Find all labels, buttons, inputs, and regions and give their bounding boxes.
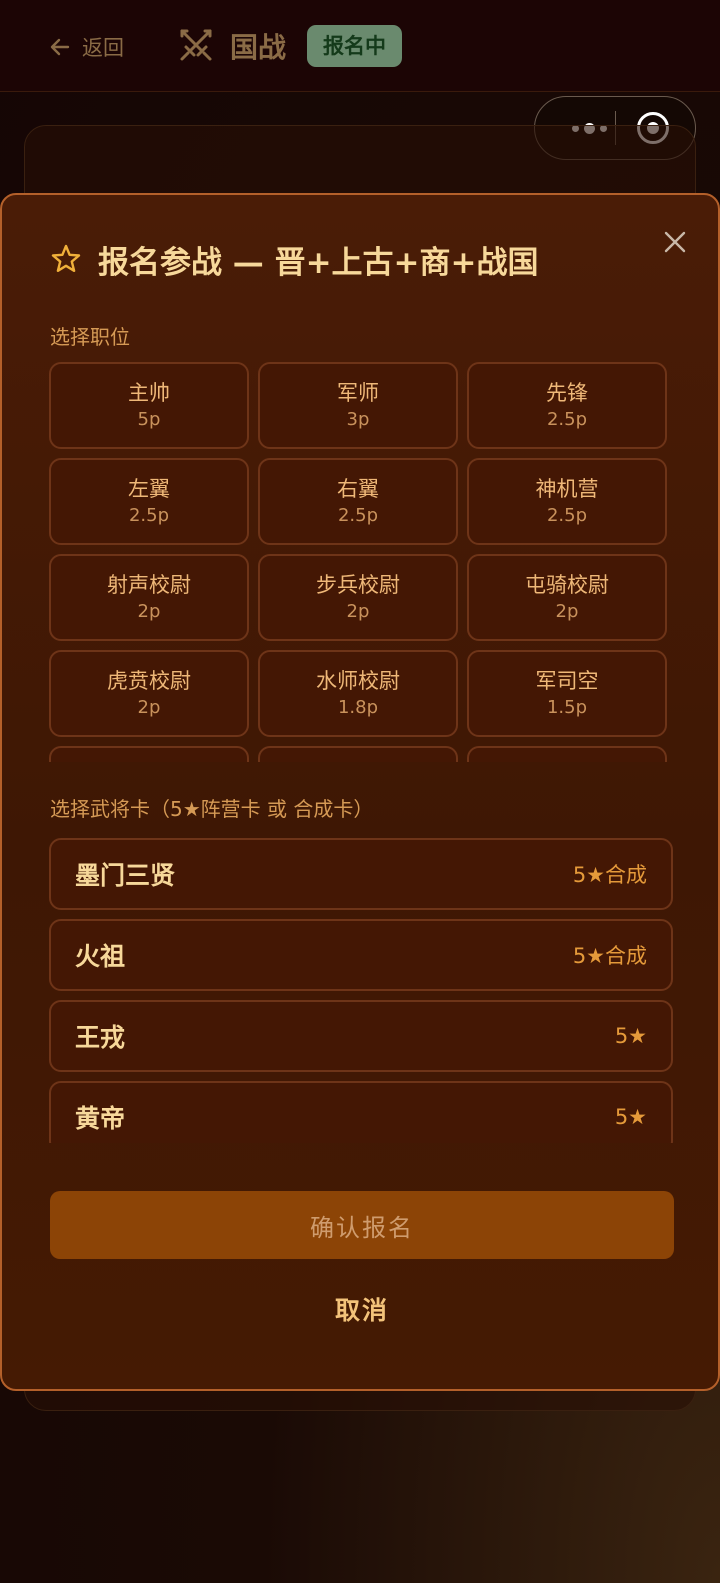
general-card-option[interactable]: 王戎 5★ <box>49 1000 673 1072</box>
general-star-tag: 5★合成 <box>572 863 647 887</box>
generals-label: 选择武将卡（5★阵营卡 或 合成卡） <box>50 797 374 821</box>
position-option[interactable]: 军司空 1.5p <box>467 650 667 737</box>
signup-modal: 报名参战 — 晋+上古+商+战国 选择职位 主帅 5p 军师 3p 先锋 2.5p 左翼 2.… <box>0 193 720 1391</box>
position-option[interactable]: 左翼 2.5p <box>49 458 249 545</box>
positions-grid: 主帅 5p 军师 3p 先锋 2.5p 左翼 2.5p 右翼 2.5p 神机营 2.5p 射声校尉 2p 步… <box>49 362 669 762</box>
general-card-option[interactable]: 火祖 5★合成 <box>49 919 673 991</box>
position-points: 2.5p <box>337 504 379 526</box>
modal-header: 报名参战 — 晋+上古+商+战国 <box>50 231 650 287</box>
position-option[interactable]: 先锋 2.5p <box>467 362 667 449</box>
general-star-tag: 5★ <box>614 1024 647 1048</box>
position-points: 2.5p <box>546 504 588 526</box>
confirm-signup-button[interactable]: 确认报名 <box>50 1191 674 1259</box>
close-icon[interactable] <box>660 227 690 257</box>
position-points: 2p <box>137 696 161 718</box>
generals-list: 墨门三贤 5★合成 火祖 5★合成 王戎 5★ 黄帝 5★ <box>49 838 675 1143</box>
position-option[interactable] <box>49 746 249 762</box>
general-name: 墨门三贤 <box>75 861 176 890</box>
general-name: 黄帝 <box>75 1104 126 1133</box>
position-points: 2p <box>137 600 161 622</box>
position-points: 1.5p <box>546 696 588 718</box>
position-points: 5p <box>137 408 161 430</box>
modal-title: 报名参战 — 晋+上古+商+战国 <box>98 244 539 281</box>
position-option[interactable]: 水师校尉 1.8p <box>258 650 458 737</box>
position-points: 2.5p <box>128 504 170 526</box>
position-option[interactable] <box>258 746 458 762</box>
position-name: 神机营 <box>535 476 599 501</box>
position-points: 2.5p <box>546 408 588 430</box>
position-option[interactable]: 右翼 2.5p <box>258 458 458 545</box>
position-name: 右翼 <box>337 476 379 501</box>
page-title: 国战 <box>230 31 287 64</box>
position-points: 3p <box>346 408 370 430</box>
crossed-swords-icon <box>180 29 212 61</box>
position-option[interactable]: 屯骑校尉 2p <box>467 554 667 641</box>
position-name: 军司空 <box>535 668 599 693</box>
position-points: 2p <box>555 600 579 622</box>
position-option[interactable]: 射声校尉 2p <box>49 554 249 641</box>
position-name: 步兵校尉 <box>316 572 400 597</box>
back-label: 返回 <box>82 36 124 60</box>
position-option[interactable]: 神机营 2.5p <box>467 458 667 545</box>
status-badge: 报名中 <box>307 25 402 67</box>
general-card-option[interactable]: 墨门三贤 5★合成 <box>49 838 673 910</box>
general-name: 王戎 <box>75 1023 126 1052</box>
general-name: 火祖 <box>75 942 126 971</box>
positions-label: 选择职位 <box>50 325 130 349</box>
position-name: 虎贲校尉 <box>107 668 191 693</box>
general-star-tag: 5★ <box>614 1105 647 1129</box>
position-option[interactable]: 军师 3p <box>258 362 458 449</box>
generals-scroll[interactable]: 墨门三贤 5★合成 火祖 5★合成 王戎 5★ 黄帝 5★ <box>49 838 675 1143</box>
cancel-button[interactable]: 取消 <box>262 1281 462 1337</box>
positions-scroll[interactable]: 主帅 5p 军师 3p 先锋 2.5p 左翼 2.5p 右翼 2.5p 神机营 2.5p 射声校尉 2p 步… <box>49 362 669 762</box>
position-name: 先锋 <box>546 380 588 405</box>
general-star-tag: 5★合成 <box>572 944 647 968</box>
general-card-option[interactable]: 黄帝 5★ <box>49 1081 673 1143</box>
star-outline-icon <box>51 244 81 272</box>
top-navigation-bar: 返回 国战 报名中 <box>0 0 720 92</box>
position-name: 军师 <box>337 380 379 405</box>
position-option[interactable]: 虎贲校尉 2p <box>49 650 249 737</box>
position-points: 2p <box>346 600 370 622</box>
position-name: 射声校尉 <box>107 572 191 597</box>
position-points: 1.8p <box>337 696 379 718</box>
position-name: 主帅 <box>128 380 170 405</box>
position-option[interactable] <box>467 746 667 762</box>
back-button[interactable]: 返回 <box>48 30 124 64</box>
position-name: 水师校尉 <box>316 668 400 693</box>
position-name: 屯骑校尉 <box>525 572 609 597</box>
position-option[interactable]: 步兵校尉 2p <box>258 554 458 641</box>
arrow-left-icon <box>50 38 70 56</box>
position-name: 左翼 <box>128 476 170 501</box>
position-option[interactable]: 主帅 5p <box>49 362 249 449</box>
